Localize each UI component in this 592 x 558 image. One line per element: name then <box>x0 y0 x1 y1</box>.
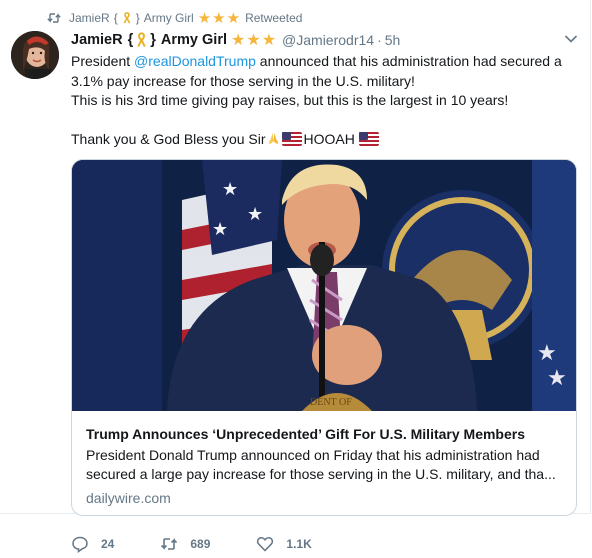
author-handle[interactable]: @Jamierodr14 <box>282 32 374 48</box>
retweeter-title: Army Girl <box>143 11 194 25</box>
author-name[interactable]: JamieR <box>71 32 123 48</box>
tweet-line-4: Thank you & God Bless you Sir HOOAH <box>71 130 576 150</box>
reply-button[interactable]: 24 <box>71 535 114 553</box>
svg-text:★: ★ <box>537 340 557 365</box>
card-domain: dailywire.com <box>86 490 171 506</box>
svg-text:★: ★ <box>222 179 238 199</box>
praying-hands-icon <box>268 132 278 145</box>
author-title: Army Girl <box>160 32 227 48</box>
us-flag-icon <box>358 132 379 146</box>
card-photo: ★ ★ ★ ★ ★ DENT OF <box>72 160 576 411</box>
reply-icon <box>72 536 88 553</box>
tweet-timestamp[interactable]: 5h <box>385 32 401 48</box>
card-title[interactable]: Trump Announces ‘Unprecedented’ Gift For… <box>86 425 564 443</box>
svg-text:★: ★ <box>247 204 263 224</box>
like-button[interactable]: 1.1K <box>256 535 312 553</box>
like-count: 1.1K <box>286 537 312 551</box>
avatar[interactable] <box>11 31 59 79</box>
retweet-icon <box>161 538 178 550</box>
card-description-line-2: secured a large pay increase for those s… <box>86 466 556 482</box>
avatar-image <box>11 31 59 79</box>
card-body: Trump Announces ‘Unprecedented’ Gift For… <box>86 425 564 506</box>
retweet-count: 689 <box>190 537 211 551</box>
separator-dot: · <box>377 32 382 48</box>
timeline-border <box>590 0 591 513</box>
heart-icon <box>257 537 274 552</box>
svg-text:★: ★ <box>212 219 228 239</box>
tweet-actions: 24 689 1.1K <box>71 535 358 553</box>
link-card[interactable]: ★ ★ ★ ★ ★ DENT OF Trump Announces ‘Unpre… <box>71 159 577 516</box>
stars-icon: ★★★ <box>197 10 242 27</box>
us-flag-icon <box>281 132 302 146</box>
retweeter-name[interactable]: JamieR <box>69 11 110 25</box>
tweet-line-3: This is his 3rd time giving pay raises, … <box>71 92 509 108</box>
ribbon-icon <box>123 12 130 24</box>
mention-link[interactable]: @realDonaldTrump <box>134 53 256 69</box>
brace-open: { <box>113 11 118 25</box>
tweet-line-1: President @realDonaldTrump announced tha… <box>71 53 562 69</box>
ribbon-icon <box>137 32 146 48</box>
tweet-line-2: 3.1% pay increase for those serving in t… <box>71 72 415 89</box>
card-description: President Donald Trump announced on Frid… <box>86 446 564 484</box>
tweet-header: JamieR { } Army Girl ★★★ @Jamierodr14 · … <box>71 30 578 50</box>
reply-count: 24 <box>101 537 115 551</box>
brace-close: } <box>135 11 140 25</box>
stars-icon: ★★★ <box>231 32 278 49</box>
chevron-down-icon[interactable] <box>564 34 578 44</box>
svg-text:DENT OF: DENT OF <box>310 397 352 408</box>
card-description-line-1: President Donald Trump announced on Frid… <box>86 447 540 463</box>
retweet-icon <box>47 13 61 23</box>
retweet-button[interactable]: 689 <box>160 535 210 553</box>
tweet-text: President @realDonaldTrump announced tha… <box>71 52 576 150</box>
brace-close: } <box>150 32 156 48</box>
retweeted-label: Retweeted <box>245 11 303 25</box>
svg-text:★: ★ <box>547 365 567 390</box>
card-image[interactable]: ★ ★ ★ ★ ★ DENT OF <box>72 160 576 411</box>
brace-open: { <box>127 32 134 48</box>
retweet-context: JamieR { } Army Girl ★★★ Retweeted <box>47 10 303 27</box>
